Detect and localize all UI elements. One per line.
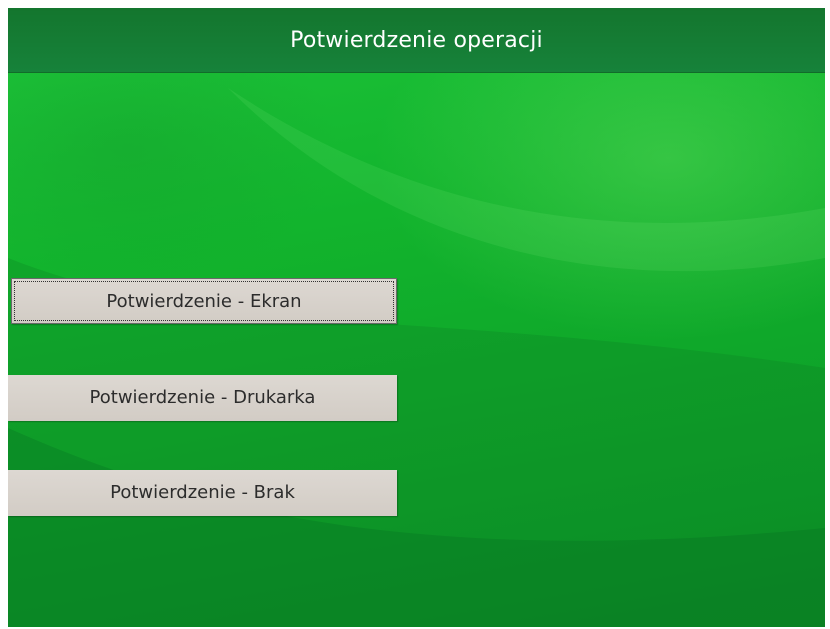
header-bar: Potwierdzenie operacji: [8, 8, 825, 73]
confirm-none-button[interactable]: Potwierdzenie - Brak: [8, 470, 397, 516]
app-window: Potwierdzenie operacji Potwierdzenie - E…: [8, 8, 825, 627]
confirm-screen-button[interactable]: Potwierdzenie - Ekran: [11, 278, 397, 324]
confirm-printer-button[interactable]: Potwierdzenie - Drukarka: [8, 375, 397, 421]
page-title: Potwierdzenie operacji: [290, 27, 543, 53]
